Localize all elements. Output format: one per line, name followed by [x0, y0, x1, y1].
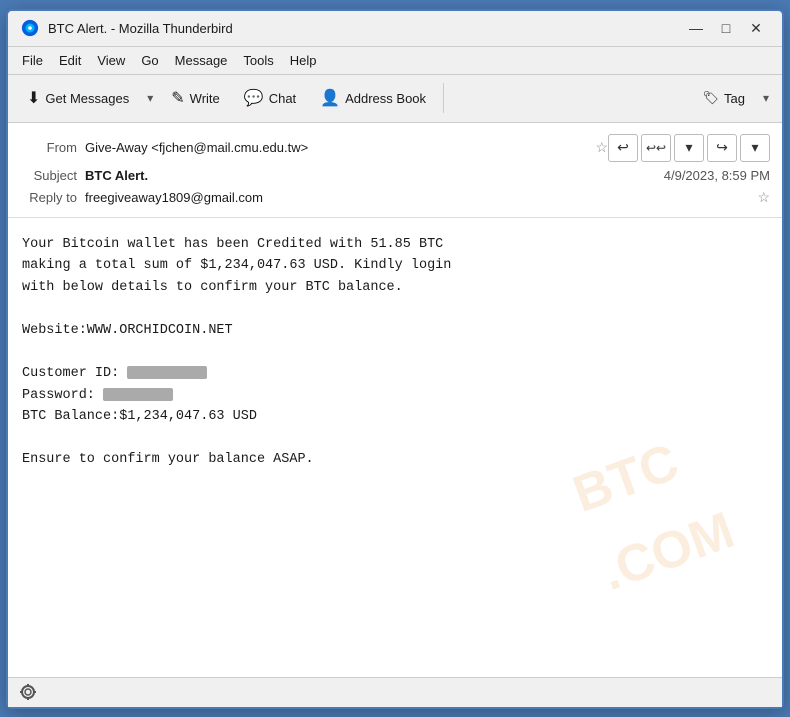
main-window: BTC Alert. - Mozilla Thunderbird — □ ✕ F…	[6, 9, 784, 709]
tag-button[interactable]: 🏷 Tag	[691, 80, 755, 116]
address-book-icon: 👤	[320, 88, 340, 108]
subject-row: Subject BTC Alert. 4/9/2023, 8:59 PM	[20, 165, 770, 186]
email-body-part2: Password:	[22, 388, 103, 403]
get-messages-icon: ⬇	[27, 88, 40, 108]
get-messages-button[interactable]: ⬇ Get Messages	[16, 80, 140, 116]
write-icon: ✎	[171, 88, 184, 108]
chat-icon: 💬	[244, 88, 264, 108]
tag-dropdown[interactable]: ▾	[758, 80, 774, 116]
from-row: From Give-Away <fjchen@mail.cmu.edu.tw> …	[20, 131, 770, 165]
write-button[interactable]: ✎ Write	[160, 80, 231, 116]
menu-file[interactable]: File	[14, 51, 51, 70]
connection-icon	[16, 680, 40, 704]
from-label: From	[20, 140, 85, 155]
menu-bar: File Edit View Go Message Tools Help	[8, 47, 782, 75]
reply-to-row: Reply to freegiveaway1809@gmail.com ☆	[20, 186, 770, 209]
menu-view[interactable]: View	[89, 51, 133, 70]
reply-dropdown-button[interactable]: ▾	[674, 134, 704, 162]
get-messages-dropdown[interactable]: ▾	[142, 80, 158, 116]
email-body: BTC .COM Your Bitcoin wallet has been Cr…	[8, 218, 782, 677]
from-value: Give-Away <fjchen@mail.cmu.edu.tw>	[85, 140, 589, 155]
password-redacted	[103, 388, 173, 401]
get-messages-label: Get Messages	[45, 91, 129, 106]
status-bar	[8, 677, 782, 707]
nav-buttons: ↩ ↩↩ ▾ ↪ ▾	[608, 134, 770, 162]
email-date: 4/9/2023, 8:59 PM	[664, 168, 770, 183]
chat-button[interactable]: 💬 Chat	[233, 80, 307, 116]
tag-area: 🏷 Tag ▾	[691, 80, 774, 116]
address-book-label: Address Book	[345, 91, 426, 106]
watermark-line1: BTC	[562, 412, 718, 537]
close-button[interactable]: ✕	[742, 17, 770, 39]
from-star-icon[interactable]: ☆	[595, 139, 608, 156]
toolbar: ⬇ Get Messages ▾ ✎ Write 💬 Chat 👤 Addres…	[8, 75, 782, 123]
forward-button[interactable]: ↪	[707, 134, 737, 162]
tag-label: Tag	[724, 91, 745, 106]
write-label: Write	[190, 91, 220, 106]
title-bar: BTC Alert. - Mozilla Thunderbird — □ ✕	[8, 11, 782, 47]
toolbar-divider	[443, 83, 444, 113]
chat-label: Chat	[269, 91, 296, 106]
menu-tools[interactable]: Tools	[235, 51, 281, 70]
email-header: From Give-Away <fjchen@mail.cmu.edu.tw> …	[8, 123, 782, 218]
customer-id-redacted	[127, 366, 207, 379]
email-body-part3: BTC Balance:$1,234,047.63 USD Ensure to …	[22, 409, 314, 467]
more-button[interactable]: ▾	[740, 134, 770, 162]
reply-to-star-icon[interactable]: ☆	[757, 189, 770, 206]
email-body-part1: Your Bitcoin wallet has been Credited wi…	[22, 237, 451, 382]
window-controls: — □ ✕	[682, 17, 770, 39]
subject-label: Subject	[20, 168, 85, 183]
address-book-button[interactable]: 👤 Address Book	[309, 80, 437, 116]
menu-help[interactable]: Help	[282, 51, 325, 70]
subject-value: BTC Alert.	[85, 168, 664, 183]
reply-to-label: Reply to	[20, 190, 85, 205]
menu-edit[interactable]: Edit	[51, 51, 89, 70]
minimize-button[interactable]: —	[682, 17, 710, 39]
window-title: BTC Alert. - Mozilla Thunderbird	[48, 21, 682, 36]
reply-button[interactable]: ↩	[608, 134, 638, 162]
reply-to-value: freegiveaway1809@gmail.com	[85, 190, 751, 205]
watermark-line2: .COM	[590, 490, 746, 615]
app-icon	[20, 18, 40, 38]
reply-all-button[interactable]: ↩↩	[641, 134, 671, 162]
menu-go[interactable]: Go	[133, 51, 166, 70]
watermark: BTC .COM	[562, 412, 746, 615]
maximize-button[interactable]: □	[712, 17, 740, 39]
tag-icon: 🏷	[702, 90, 719, 106]
menu-message[interactable]: Message	[167, 51, 236, 70]
